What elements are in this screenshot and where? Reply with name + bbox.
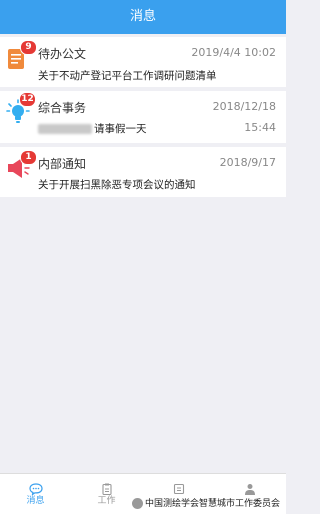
chat-bubble-icon — [0, 480, 71, 496]
message-title: 内部通知 — [38, 157, 87, 171]
message-subtitle-row: 请事假一天 — [38, 121, 147, 136]
wechat-logo-icon — [131, 498, 143, 509]
message-item-internal-notice[interactable]: 1 内部通知 2018/9/17 关于开展扫黑除恶专项会议的通知 — [0, 147, 286, 197]
message-title: 综合事务 — [38, 101, 87, 115]
message-date: 2018/12/18 — [212, 100, 276, 113]
tab-label: 消息 — [26, 496, 45, 506]
message-subtitle: 关于不动产登记平台工作调研问题清单 — [38, 70, 217, 82]
message-date: 2018/9/17 — [219, 156, 276, 169]
unread-badge: 1 — [20, 150, 37, 165]
message-time: 15:44 — [244, 121, 276, 134]
message-item-todo-documents[interactable]: 9 待办公文 2019/4/4 10:02 关于不动产登记平台工作调研问题清单 — [0, 37, 286, 87]
message-title: 待办公文 — [38, 47, 87, 61]
watermark-text: 中国测绘学会智慧城市工作委员会 — [144, 499, 280, 509]
watermark: 中国测绘学会智慧城市工作委员会 — [131, 496, 280, 509]
lightbulb-icon: 12 — [6, 92, 36, 123]
message-subtitle: 请事假一天 — [94, 123, 147, 135]
unread-badge: 12 — [19, 92, 36, 107]
document-icon: 9 — [6, 40, 37, 70]
message-subtitle: 关于开展扫黑除恶专项会议的通知 — [38, 179, 196, 191]
app-header: 消息 — [0, 0, 286, 34]
megaphone-icon: 1 — [6, 150, 37, 180]
clipboard-icon — [71, 480, 142, 496]
page-title: 消息 — [129, 9, 156, 24]
tab-messages[interactable]: 消息 — [0, 474, 71, 514]
message-item-general-affairs[interactable]: 12 综合事务 2018/12/18 15:44 请事假一天 — [0, 91, 286, 143]
redacted-text — [38, 124, 92, 134]
person-icon — [214, 480, 285, 495]
bottom-tab-bar: 消息 工作 中国测绘学会智慧城市工作委员会 — [0, 473, 286, 514]
message-date: 2019/4/4 10:02 — [191, 46, 276, 59]
form-icon — [143, 480, 214, 495]
unread-badge: 9 — [20, 40, 37, 55]
